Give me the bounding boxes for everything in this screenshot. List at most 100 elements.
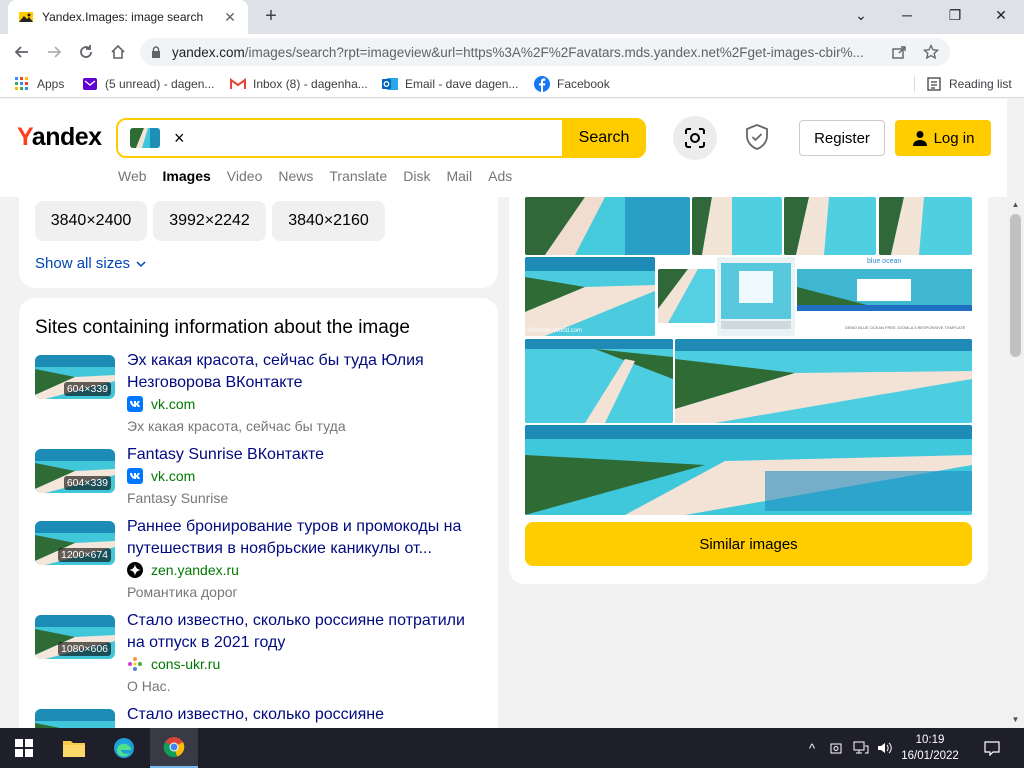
scroll-thumb[interactable] <box>1010 214 1021 357</box>
volume-icon[interactable] <box>876 738 894 758</box>
search-box[interactable]: × Search <box>116 118 646 158</box>
register-button[interactable]: Register <box>799 120 885 156</box>
yahoo-mail-icon <box>82 76 98 92</box>
site-domain[interactable]: zen.yandex.ru <box>127 562 239 578</box>
browser-tab-bar: Yandex.Images: image search ✕ + ⌄ ─ ❐ ✕ <box>0 0 1024 34</box>
sites-section-title: Sites containing information about the i… <box>35 317 410 338</box>
similar-images-button[interactable]: Similar images <box>525 522 972 566</box>
nav-mail[interactable]: Mail <box>446 168 472 184</box>
reload-icon[interactable] <box>74 40 98 64</box>
browser-toolbar: yandex.com/images/search?rpt=imageview&u… <box>0 34 1024 97</box>
yandex-services-nav: Web Images Video News Translate Disk Mai… <box>118 168 528 184</box>
site-title-link[interactable]: Стало известно, сколько россияне потрати… <box>127 610 487 654</box>
similar-images-card: Sciences-World.com blue ocean DEMO BLUE … <box>509 197 988 584</box>
site-title-link[interactable]: Раннее бронирование туров и промокоды на… <box>127 516 487 560</box>
show-all-sizes-link[interactable]: Show all sizes <box>35 255 146 272</box>
windows-start-icon[interactable] <box>0 728 48 768</box>
restore-button[interactable]: ❐ <box>932 0 978 30</box>
site-result[interactable]: 1080×606 Стало известно, сколько россиян… <box>35 610 485 700</box>
site-thumbnail[interactable]: 604×339 <box>35 449 115 493</box>
site-thumbnail[interactable]: 604×339 <box>35 355 115 399</box>
site-domain[interactable]: vk.com <box>127 468 195 484</box>
home-icon[interactable] <box>106 40 130 64</box>
similar-image[interactable] <box>784 197 876 255</box>
nav-video[interactable]: Video <box>227 168 263 184</box>
site-title-link[interactable]: Эх какая красота, сейчас бы туда Юлия Не… <box>127 350 487 394</box>
site-thumbnail[interactable]: 1080×606 <box>35 615 115 659</box>
bookmark-apps[interactable]: Apps <box>14 75 64 93</box>
chrome-taskbar-icon[interactable] <box>150 728 198 768</box>
nav-disk[interactable]: Disk <box>403 168 430 184</box>
size-option[interactable]: 3992×2242 <box>153 201 266 241</box>
tray-overflow-icon[interactable]: ^ <box>804 738 820 758</box>
nav-ads[interactable]: Ads <box>488 168 512 184</box>
site-result[interactable]: 1200×674 Раннее бронирование туров и про… <box>35 516 485 606</box>
similar-image[interactable]: Sciences-World.com <box>525 257 655 336</box>
site-domain[interactable]: vk.com <box>127 396 195 412</box>
edge-icon[interactable] <box>100 728 148 768</box>
url-text[interactable]: yandex.com/images/search?rpt=imageview&u… <box>172 45 876 60</box>
bookmark-outlook[interactable]: Email - dave dagen... <box>382 75 518 93</box>
bookmark-star-icon[interactable] <box>922 43 940 61</box>
size-option[interactable]: 3840×2160 <box>272 201 385 241</box>
bookmarks-separator <box>914 76 915 92</box>
share-icon[interactable] <box>890 43 908 61</box>
similar-image[interactable] <box>658 269 715 323</box>
similar-image[interactable] <box>692 197 782 255</box>
similar-image[interactable]: blue ocean DEMO BLUE OCEAN FREE JOOMLA 3… <box>797 257 972 336</box>
facebook-icon <box>534 76 550 92</box>
similar-image[interactable] <box>525 425 972 515</box>
forward-arrow-icon[interactable] <box>42 40 66 64</box>
clear-search-icon[interactable]: × <box>174 128 185 149</box>
reading-list-button[interactable]: Reading list <box>926 75 1012 93</box>
site-title-link[interactable]: Fantasy Sunrise ВКонтакте <box>127 444 487 466</box>
similar-image[interactable] <box>525 339 673 423</box>
scroll-down-icon[interactable]: ▼ <box>1011 715 1020 724</box>
site-description: Fantasy Sunrise <box>127 490 229 506</box>
scroll-up-icon[interactable]: ▲ <box>1011 200 1020 209</box>
address-bar[interactable]: yandex.com/images/search?rpt=imageview&u… <box>140 38 950 66</box>
new-tab-button[interactable]: + <box>260 6 282 28</box>
nav-web[interactable]: Web <box>118 168 147 184</box>
bookmark-gmail[interactable]: Inbox (8) - dagenha... <box>230 75 368 93</box>
file-explorer-icon[interactable] <box>50 728 98 768</box>
lock-icon[interactable] <box>150 46 162 58</box>
nav-translate[interactable]: Translate <box>329 168 387 184</box>
search-button[interactable]: Search <box>562 118 646 158</box>
notification-icon[interactable] <box>982 738 1002 758</box>
back-arrow-icon[interactable] <box>10 40 34 64</box>
image-sizes-card: 3840×2400 3992×2242 3840×2160 Show all s… <box>19 197 498 288</box>
tab-search-icon[interactable]: ⌄ <box>838 0 884 30</box>
login-button[interactable]: Log in <box>895 120 991 156</box>
site-result[interactable]: Стало известно, сколько россияне <box>35 704 485 728</box>
nav-news[interactable]: News <box>278 168 313 184</box>
size-option[interactable]: 3840×2400 <box>35 201 147 241</box>
close-window-button[interactable]: ✕ <box>978 0 1024 30</box>
similar-image[interactable] <box>525 197 690 255</box>
tab-title: Yandex.Images: image search <box>42 10 204 24</box>
site-description: Романтика дорог <box>127 584 238 600</box>
site-thumbnail[interactable] <box>35 709 115 728</box>
bookmark-yahoo-mail[interactable]: (5 unread) - dagen... <box>82 75 214 93</box>
site-domain[interactable]: cons-ukr.ru <box>127 656 220 672</box>
network-icon[interactable] <box>852 738 870 758</box>
site-thumbnail[interactable]: 1200×674 <box>35 521 115 565</box>
site-title-link[interactable]: Стало известно, сколько россияне <box>127 704 487 726</box>
similar-image[interactable] <box>675 339 972 423</box>
onedrive-icon[interactable] <box>828 738 844 758</box>
similar-image[interactable] <box>717 257 795 336</box>
tab-close-icon[interactable]: ✕ <box>222 9 238 26</box>
camera-search-icon[interactable] <box>673 116 717 160</box>
minimize-button[interactable]: ─ <box>884 0 930 30</box>
taskbar-clock[interactable]: 10:19 16/01/2022 <box>900 732 960 764</box>
site-result[interactable]: 604×339 Эх какая красота, сейчас бы туда… <box>35 350 485 440</box>
sciences-watermark: Sciences-World.com <box>527 328 582 334</box>
shield-check-icon[interactable] <box>744 123 770 151</box>
nav-images[interactable]: Images <box>163 168 211 184</box>
page-scrollbar[interactable]: ▲ ▼ <box>1007 197 1024 728</box>
search-image-thumbnail[interactable] <box>130 128 160 148</box>
similar-image[interactable] <box>879 197 972 255</box>
browser-tab[interactable]: Yandex.Images: image search ✕ <box>8 0 248 34</box>
bookmark-facebook[interactable]: Facebook <box>534 75 610 93</box>
yandex-logo[interactable]: Yandex <box>17 123 102 152</box>
